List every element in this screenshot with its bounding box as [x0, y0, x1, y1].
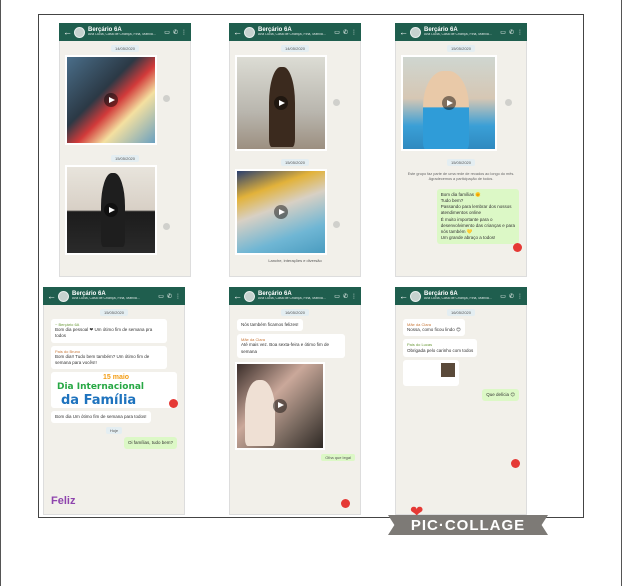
page-border — [0, 0, 622, 586]
page: ← Berçário 6A Ana Lúcia, Casa de Criança,… — [0, 0, 622, 586]
